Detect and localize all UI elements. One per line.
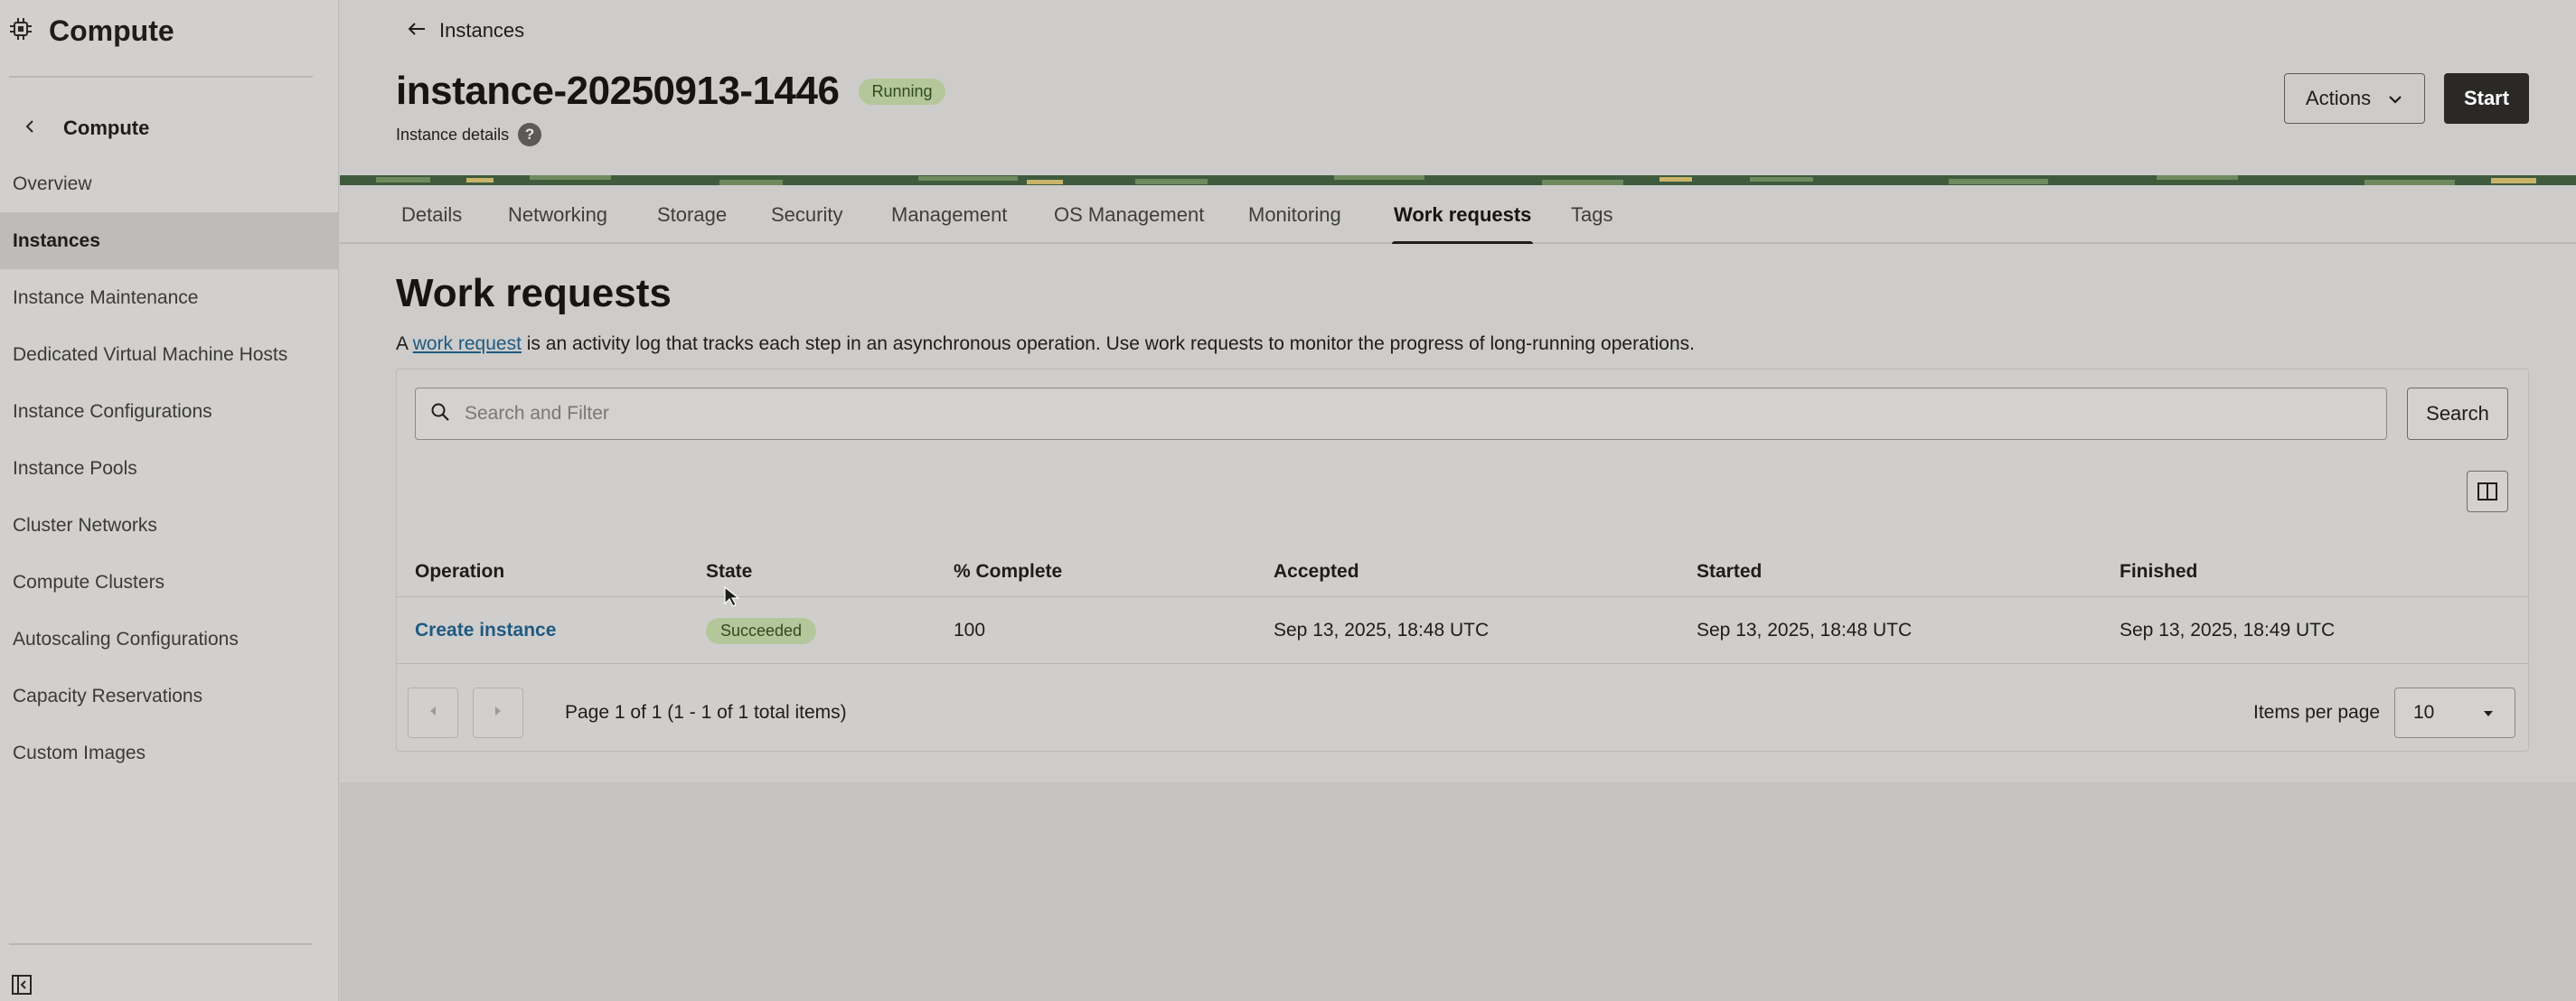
section-description: A work request is an activity log that t… <box>396 333 1695 355</box>
sidebar-item-dedicated-vm-hosts[interactable]: Dedicated Virtual Machine Hosts <box>0 326 339 383</box>
tab-bar: Details Networking Storage Security Mana… <box>340 185 2576 246</box>
actions-label: Actions <box>2305 87 2372 109</box>
section-title: Work requests <box>396 271 672 315</box>
work-requests-panel: Search Operation State % Complete Accept… <box>396 369 2529 752</box>
create-instance-link[interactable]: Create instance <box>415 620 556 641</box>
sidebar-divider <box>9 76 313 78</box>
next-page-button[interactable] <box>473 688 523 738</box>
sidebar-item-instance-configurations[interactable]: Instance Configurations <box>0 383 339 440</box>
search-field[interactable] <box>415 388 2387 440</box>
app-title: Compute <box>49 14 174 47</box>
chip-icon <box>9 17 33 45</box>
sidebar-item-overview[interactable]: Overview <box>0 155 339 212</box>
tab-networking[interactable]: Networking <box>508 185 607 244</box>
column-header-percent-complete[interactable]: % Complete <box>954 547 1062 597</box>
caret-left-icon <box>428 705 437 722</box>
previous-page-button[interactable] <box>408 688 458 738</box>
sidebar-item-instance-pools[interactable]: Instance Pools <box>0 440 339 497</box>
tab-management[interactable]: Management <box>891 185 1007 244</box>
sidebar-footer-divider <box>9 943 313 945</box>
page-title: instance-20250913-1446 <box>396 69 840 113</box>
sidebar-item-capacity-reservations[interactable]: Capacity Reservations <box>0 668 339 725</box>
sidebar-collapse-icon[interactable] <box>11 974 33 996</box>
subtitle-text: Instance details <box>396 125 510 144</box>
caret-down-icon <box>2482 702 2495 724</box>
columns-icon[interactable] <box>2467 471 2508 512</box>
banner-pattern <box>340 174 2576 186</box>
help-icon[interactable]: ? <box>518 123 542 146</box>
tab-os-management[interactable]: OS Management <box>1054 185 1204 244</box>
search-icon <box>430 402 450 426</box>
search-button[interactable]: Search <box>2407 388 2508 440</box>
mouse-pointer-icon <box>723 585 741 609</box>
sidebar-header: Compute <box>9 13 174 49</box>
pagination-info: Page 1 of 1 (1 - 1 of 1 total items) <box>565 702 847 723</box>
main-content: Instances instance-20250913-1446 Running… <box>340 0 2576 1001</box>
page-background <box>340 782 2576 1001</box>
breadcrumb-label: Instances <box>439 19 525 42</box>
sidebar-item-compute-clusters[interactable]: Compute Clusters <box>0 554 339 611</box>
tab-security[interactable]: Security <box>771 185 842 244</box>
page-header: Instances instance-20250913-1446 Running… <box>340 0 2576 174</box>
column-header-operation[interactable]: Operation <box>415 547 504 597</box>
search-input[interactable] <box>465 403 2363 425</box>
sidebar-item-autoscaling-configurations[interactable]: Autoscaling Configurations <box>0 611 339 668</box>
sidebar-back-link[interactable]: Compute <box>24 112 149 145</box>
cell-percent-complete: 100 <box>954 620 986 641</box>
status-badge: Running <box>859 78 945 105</box>
tab-tags[interactable]: Tags <box>1571 185 1612 244</box>
table-row: Create instance Succeeded 100 Sep 13, 20… <box>397 597 2528 664</box>
sidebar-item-cluster-networks[interactable]: Cluster Networks <box>0 497 339 554</box>
chevron-down-icon <box>2387 87 2403 110</box>
table-header: Operation State % Complete Accepted Star… <box>397 547 2528 597</box>
sidebar-nav: Overview Instances Instance Maintenance … <box>0 155 339 781</box>
state-badge: Succeeded <box>706 617 817 644</box>
column-header-accepted[interactable]: Accepted <box>1274 547 1359 597</box>
sidebar-item-instances[interactable]: Instances <box>0 212 339 269</box>
app-root: Compute Compute Overview Instances Insta… <box>0 0 2576 1001</box>
tab-details[interactable]: Details <box>401 185 462 244</box>
column-header-started[interactable]: Started <box>1697 547 1762 597</box>
sidebar-back-label: Compute <box>63 117 150 139</box>
tab-work-requests[interactable]: Work requests <box>1391 185 1534 246</box>
cell-finished: Sep 13, 2025, 18:49 UTC <box>2120 620 2336 641</box>
desc-suffix: is an activity log that tracks each step… <box>526 333 1695 354</box>
work-requests-section: Work requests A work request is an activ… <box>340 244 2576 782</box>
page-subtitle: Instance details ? <box>396 123 542 146</box>
tab-monitoring[interactable]: Monitoring <box>1248 185 1341 244</box>
start-button[interactable]: Start <box>2444 73 2529 124</box>
desc-prefix: A <box>396 333 408 354</box>
items-per-page-select[interactable]: 10 <box>2394 688 2515 738</box>
items-per-page-label: Items per page <box>2253 702 2381 723</box>
sidebar-item-custom-images[interactable]: Custom Images <box>0 725 339 781</box>
cell-operation: Create instance <box>415 597 556 664</box>
sidebar: Compute Compute Overview Instances Insta… <box>0 0 339 1001</box>
arrow-left-icon <box>407 19 427 42</box>
tab-storage[interactable]: Storage <box>657 185 727 244</box>
column-header-finished[interactable]: Finished <box>2120 547 2197 597</box>
chevron-left-icon <box>24 118 36 139</box>
items-per-page-value: 10 <box>2413 702 2435 723</box>
cell-accepted: Sep 13, 2025, 18:48 UTC <box>1274 620 1490 641</box>
actions-button[interactable]: Actions <box>2284 73 2425 124</box>
title-row: instance-20250913-1446 Running <box>396 69 945 114</box>
caret-right-icon <box>494 705 503 722</box>
work-request-link[interactable]: work request <box>413 333 522 354</box>
sidebar-item-instance-maintenance[interactable]: Instance Maintenance <box>0 269 339 326</box>
breadcrumb-instances[interactable]: Instances <box>407 16 524 45</box>
cell-started: Sep 13, 2025, 18:48 UTC <box>1697 620 1913 641</box>
